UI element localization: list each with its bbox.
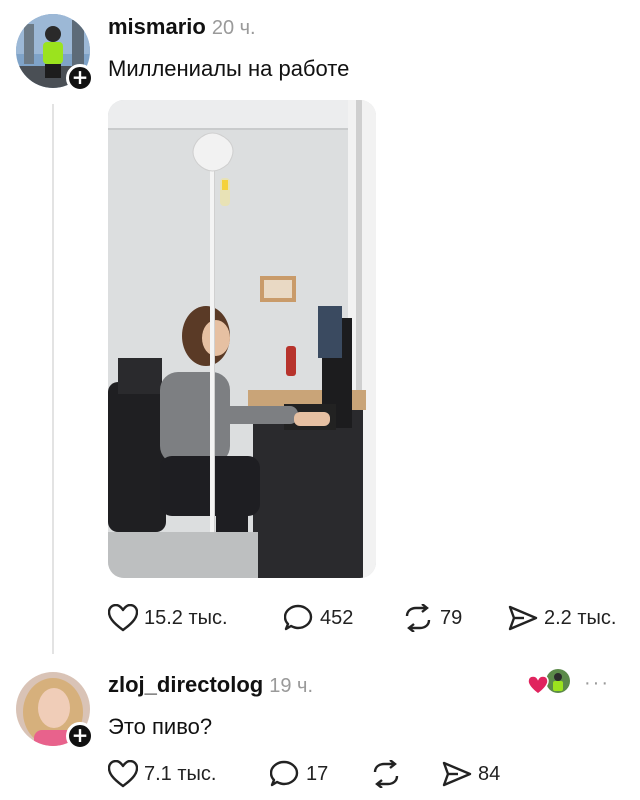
share-icon: [508, 605, 538, 631]
comment-icon: [270, 760, 299, 787]
post-header: mismario 20 ч.: [108, 14, 256, 40]
reply-time: 19 ч.: [269, 675, 314, 697]
post-image[interactable]: [108, 100, 376, 578]
heart-icon: [108, 604, 138, 632]
comment-icon: [284, 604, 313, 631]
reply-comment-count: 17: [306, 762, 329, 785]
repost-icon: [373, 760, 399, 788]
post-username[interactable]: mismario: [108, 14, 206, 39]
reply-like-button[interactable]: 7.1 тыс.: [108, 760, 216, 788]
author-liked-badge: [527, 668, 572, 696]
follow-plus-icon[interactable]: +: [66, 64, 94, 92]
share-count: 2.2 тыс.: [544, 606, 617, 629]
reply-text: Это пиво?: [108, 714, 213, 739]
like-count: 15.2 тыс.: [144, 606, 228, 629]
reply-like-count: 7.1 тыс.: [144, 762, 217, 785]
reply-username[interactable]: zloj_directolog: [108, 672, 263, 697]
repost-button[interactable]: 79: [402, 604, 462, 632]
post-text: Миллениалы на работе: [108, 56, 350, 81]
comment-count: 452: [320, 606, 354, 629]
reply-repost-button[interactable]: [370, 760, 408, 788]
like-button[interactable]: 15.2 тыс.: [108, 604, 228, 632]
reply-share-button[interactable]: 84: [442, 760, 500, 788]
comment-button[interactable]: 452: [284, 604, 353, 632]
share-button[interactable]: 2.2 тыс.: [508, 604, 616, 632]
reply-share-count: 84: [478, 762, 501, 785]
thread-line: [52, 104, 54, 654]
repost-icon: [405, 604, 431, 632]
more-icon[interactable]: ···: [584, 672, 610, 695]
repost-count: 79: [440, 606, 463, 629]
reply-header: zloj_directolog 19 ч.: [108, 672, 313, 698]
share-icon: [442, 761, 472, 787]
reply-comment-button[interactable]: 17: [270, 760, 328, 788]
reply-follow-plus-icon[interactable]: +: [66, 722, 94, 750]
post-time: 20 ч.: [211, 17, 256, 39]
heart-icon: [108, 760, 138, 788]
